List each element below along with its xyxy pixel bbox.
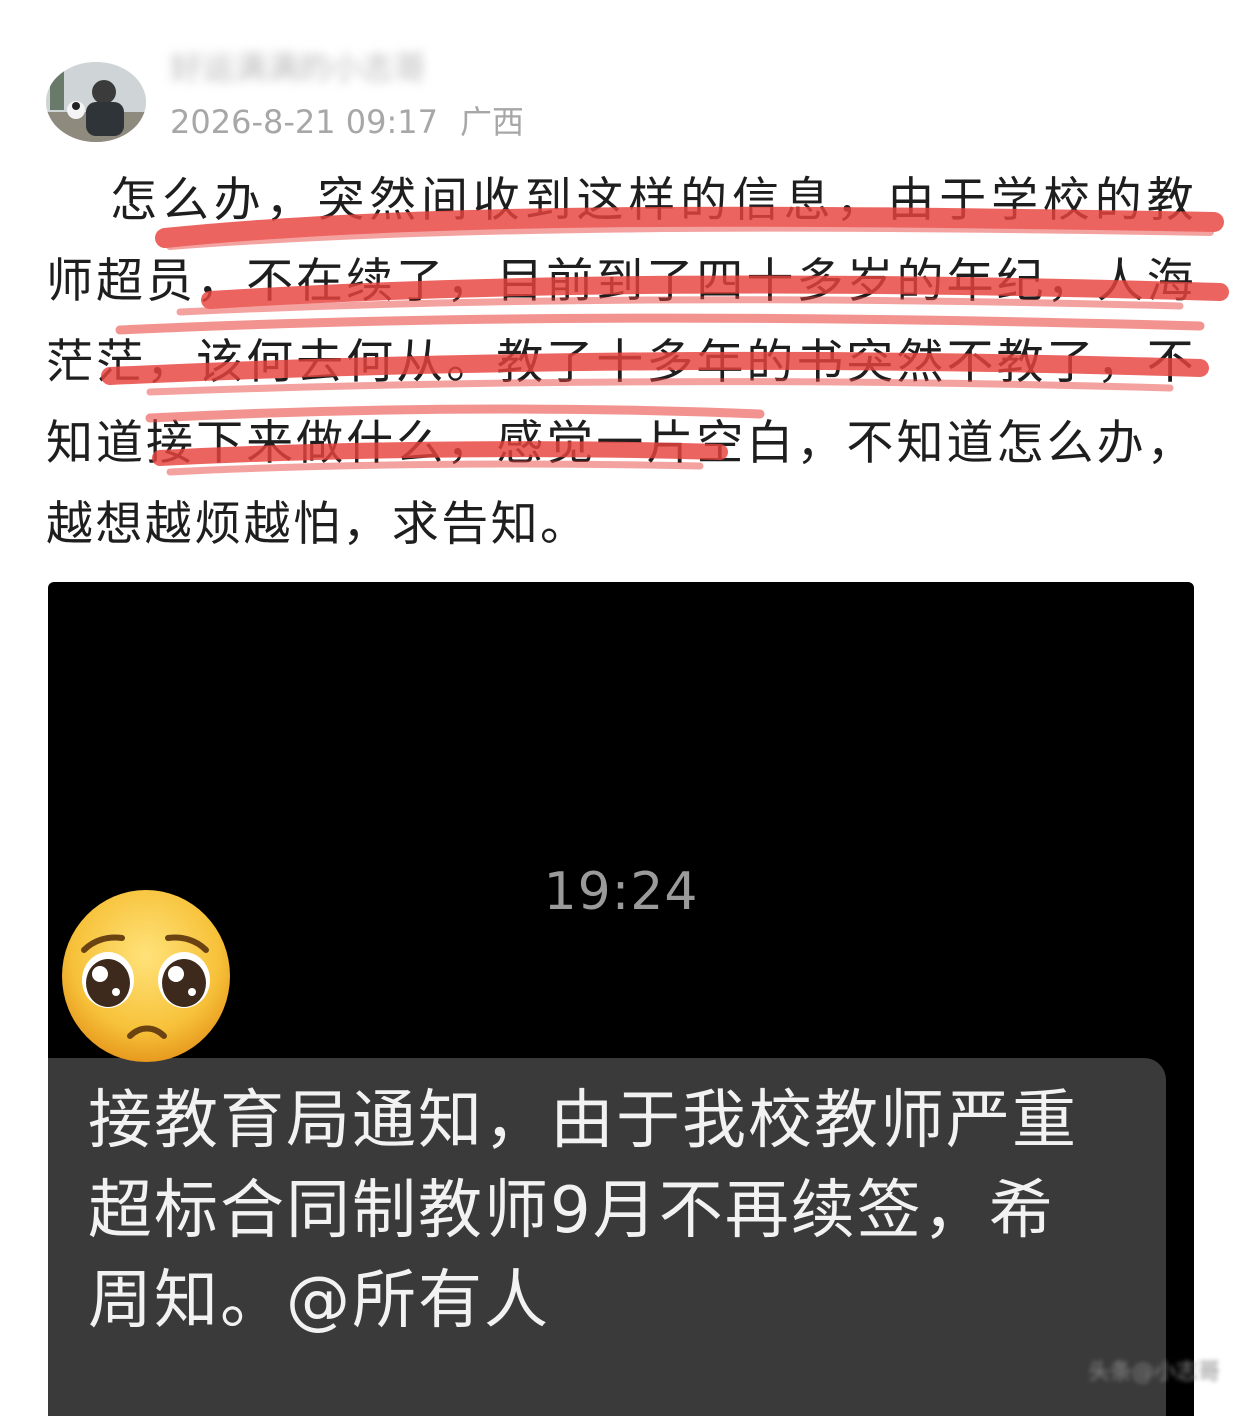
post-location: 广西 [460,103,525,141]
avatar-photo-icon [46,62,146,142]
post-datetime: 2026-8-21 09:17 [170,103,438,141]
watermark: 头条@小志哥 [1087,1360,1220,1385]
post-meta: 2026-8-21 09:17 广西 [170,100,524,144]
notification-text: 接教育局通知，由于我校教师严重超标合同制教师9月不再续签，希周知。@所有人 [88,1084,1078,1338]
username[interactable]: 好运满满的小志哥 [170,48,530,88]
user-avatar[interactable] [46,62,146,142]
notification-card[interactable]: 接教育局通知，由于我校教师严重超标合同制教师9月不再续签，希周知。@所有人 [48,1058,1166,1416]
pleading-face-icon [62,890,230,1062]
post-page: 好运满满的小志哥 2026-8-21 09:17 广西 怎么办，突然间收到这样的… [0,0,1242,1416]
post-body: 怎么办，突然间收到这样的信息，由于学校的教师超员，不在续了，目前到了四十多岁的年… [46,173,1196,552]
